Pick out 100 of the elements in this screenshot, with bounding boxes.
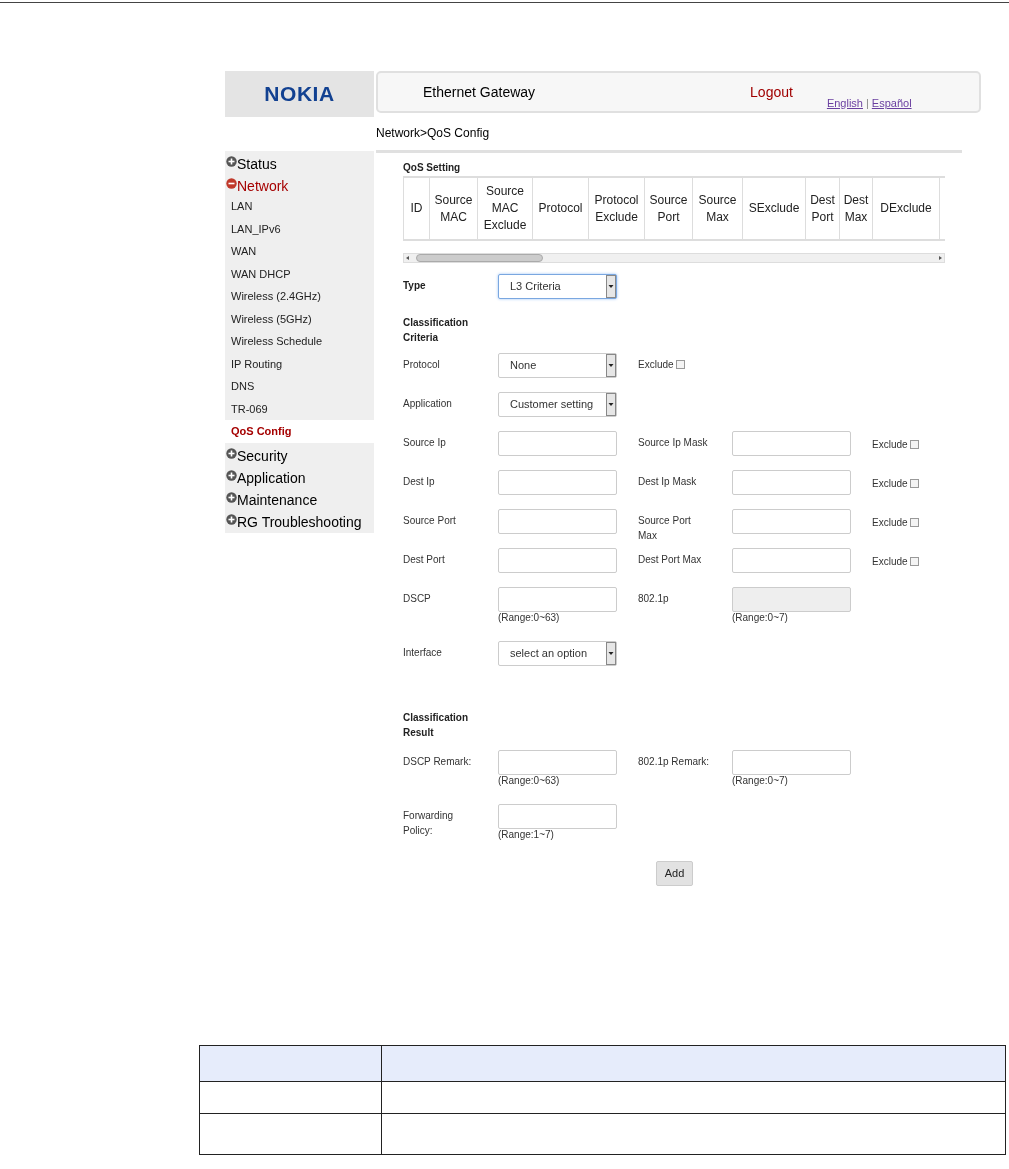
field-label: Forwarding Policy: bbox=[403, 809, 455, 838]
checkbox[interactable] bbox=[909, 557, 919, 566]
input-field[interactable] bbox=[732, 548, 851, 573]
range-hint: (Range:1~7) bbox=[498, 829, 555, 841]
sidebar-subitem[interactable]: TR-069 bbox=[231, 400, 268, 417]
dropdown[interactable]: select an option bbox=[498, 641, 617, 666]
sidebar-subitem[interactable]: DNS bbox=[231, 378, 255, 395]
input-field[interactable] bbox=[732, 750, 851, 775]
column-header: Dest Max bbox=[840, 178, 873, 239]
dropdown[interactable]: None bbox=[498, 353, 617, 378]
field-label: Source Ip Mask bbox=[638, 436, 709, 450]
language-link[interactable]: Español bbox=[871, 94, 912, 112]
section-title: QoS Setting bbox=[403, 161, 462, 175]
input-field[interactable] bbox=[498, 548, 617, 573]
expand-icon[interactable] bbox=[226, 491, 237, 503]
field-label: 802.1p Remark: bbox=[638, 755, 710, 769]
field-label: 802.1p bbox=[638, 592, 670, 606]
exclude-label: Exclude bbox=[872, 555, 908, 569]
caret-icon[interactable] bbox=[606, 393, 616, 416]
section-heading: Classification Result bbox=[403, 711, 470, 740]
gateway-title: Ethernet Gateway bbox=[423, 82, 536, 102]
column-header: DExclude bbox=[873, 178, 940, 239]
column-header: SExclude bbox=[743, 178, 806, 239]
field-label: Source Port bbox=[403, 514, 457, 528]
checkbox[interactable] bbox=[909, 479, 919, 488]
language-link[interactable]: English bbox=[826, 94, 863, 112]
scrollbar-thumb[interactable] bbox=[416, 254, 543, 262]
dropdown[interactable]: L3 Criteria bbox=[498, 274, 617, 299]
column-header: Protocol Exclude bbox=[589, 178, 645, 239]
expand-icon[interactable] bbox=[226, 513, 237, 525]
field-label: Type bbox=[403, 279, 427, 293]
field-label: Protocol bbox=[403, 358, 441, 372]
range-hint: (Range:0~63) bbox=[498, 775, 561, 787]
field-label: Source Ip bbox=[403, 436, 447, 450]
exclude-label: Exclude bbox=[872, 516, 908, 530]
field-label: Interface bbox=[403, 646, 443, 660]
sidebar-subitem[interactable]: Wireless Schedule bbox=[231, 333, 323, 350]
field-label: DSCP Remark: bbox=[403, 755, 473, 769]
sidebar-subitem[interactable]: Wireless (2.4GHz) bbox=[231, 288, 321, 305]
column-header: Source Max bbox=[693, 178, 743, 239]
range-hint: (Range:0~7) bbox=[732, 612, 789, 624]
add-button[interactable]: Add bbox=[656, 861, 693, 886]
sidebar-subitem[interactable]: LAN_IPv6 bbox=[231, 220, 281, 237]
collapse-icon[interactable] bbox=[226, 178, 237, 189]
logo: NOKIA bbox=[264, 81, 335, 108]
expand-icon[interactable] bbox=[226, 447, 237, 459]
input-field[interactable] bbox=[498, 470, 617, 495]
checkbox[interactable] bbox=[909, 440, 919, 449]
section-heading: Classification Criteria bbox=[403, 316, 470, 345]
input-field[interactable] bbox=[498, 587, 617, 612]
sidebar-item[interactable]: Application bbox=[237, 468, 306, 487]
column-header: Source MAC bbox=[430, 178, 478, 239]
sidebar-subitem[interactable]: Wireless (5GHz) bbox=[231, 310, 312, 327]
checkbox[interactable] bbox=[909, 518, 919, 527]
input-field[interactable] bbox=[498, 431, 617, 456]
field-label: Application bbox=[403, 397, 453, 411]
sidebar-item[interactable]: Security bbox=[237, 446, 288, 465]
exclude-label: Exclude bbox=[872, 477, 908, 491]
caret-icon[interactable] bbox=[606, 354, 616, 377]
field-label: Dest Port Max bbox=[638, 553, 703, 567]
input-field[interactable] bbox=[732, 470, 851, 495]
scroll-left-icon[interactable] bbox=[404, 254, 412, 262]
separator: | bbox=[865, 95, 869, 111]
input-field[interactable] bbox=[498, 750, 617, 775]
sidebar-item[interactable]: RG Troubleshooting bbox=[237, 512, 362, 531]
logout-link[interactable]: Logout bbox=[750, 81, 793, 103]
checkbox[interactable] bbox=[675, 360, 685, 369]
field-label: Dest Ip Mask bbox=[638, 475, 698, 489]
column-header: Protocol bbox=[533, 178, 589, 239]
dropdown[interactable]: Customer setting bbox=[498, 392, 617, 417]
horizontal-scrollbar[interactable] bbox=[403, 253, 945, 263]
sidebar-item[interactable]: Maintenance bbox=[237, 490, 318, 509]
sidebar-subitem[interactable]: WAN bbox=[231, 243, 257, 260]
breadcrumb: Network>QoS Config bbox=[376, 126, 491, 140]
expand-icon[interactable] bbox=[226, 156, 237, 167]
column-header: Source MAC Exclude bbox=[478, 178, 533, 239]
exclude-label: Exclude bbox=[638, 358, 674, 372]
column-header: Dest Port bbox=[806, 178, 840, 239]
sidebar-item[interactable]: Status bbox=[237, 155, 277, 173]
input-field[interactable] bbox=[732, 509, 851, 534]
field-label: Dest Port bbox=[403, 553, 446, 567]
input-field[interactable] bbox=[498, 509, 617, 534]
expand-icon[interactable] bbox=[226, 469, 237, 481]
input-field[interactable] bbox=[498, 804, 617, 829]
sidebar-subitem[interactable]: WAN DHCP bbox=[231, 265, 291, 282]
range-hint: (Range:0~63) bbox=[498, 612, 561, 624]
column-header: ID bbox=[403, 178, 430, 239]
column-header: Source Port bbox=[645, 178, 693, 239]
caret-icon[interactable] bbox=[606, 642, 616, 665]
exclude-label: Exclude bbox=[872, 438, 908, 452]
caret-icon[interactable] bbox=[606, 275, 616, 298]
range-hint: (Range:0~7) bbox=[732, 775, 789, 787]
sidebar-subitem[interactable]: IP Routing bbox=[231, 355, 283, 372]
scroll-right-icon[interactable] bbox=[936, 254, 944, 262]
field-label: Dest Ip bbox=[403, 475, 436, 489]
sidebar-item[interactable]: Network bbox=[237, 177, 289, 195]
sidebar-subitem[interactable]: LAN bbox=[231, 198, 253, 215]
field-label: Source Port Max bbox=[638, 514, 692, 543]
input-field[interactable] bbox=[732, 431, 851, 456]
field-label: DSCP bbox=[403, 592, 432, 606]
